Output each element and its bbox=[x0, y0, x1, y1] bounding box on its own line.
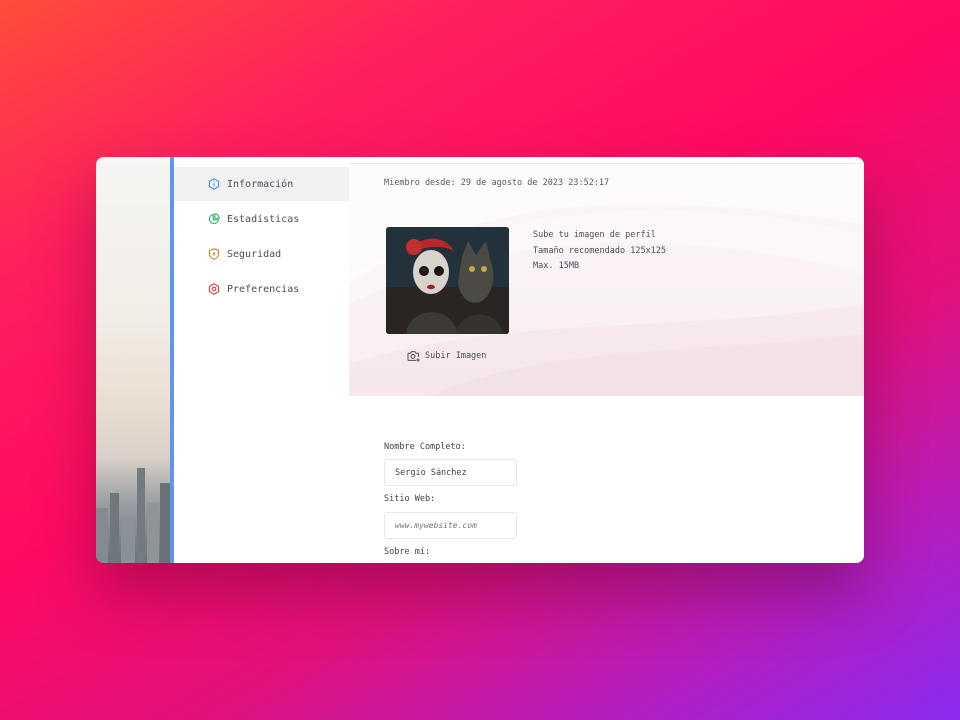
member-since-text: Miembro desde: 29 de agosto de 2023 23:5… bbox=[384, 178, 610, 188]
sidebar-item-estadisticas[interactable]: Estadísticas bbox=[174, 202, 349, 236]
sidebar-item-label: Información bbox=[227, 178, 294, 190]
upload-recommended-size: Tamaño recomendado 125x125 bbox=[533, 246, 667, 256]
sidebar-item-label: Estadísticas bbox=[227, 213, 300, 225]
settings-icon bbox=[208, 283, 220, 295]
pie-chart-icon bbox=[208, 213, 220, 225]
sidebar-item-label: Seguridad bbox=[227, 248, 282, 260]
about-me-label: Sobre mí: bbox=[384, 547, 431, 557]
profile-window: Información Estadísticas Seguridad Prefe… bbox=[96, 157, 864, 563]
full-name-input[interactable] bbox=[384, 459, 517, 486]
upload-instructions: Sube tu imagen de perfil Tamaño recomend… bbox=[533, 227, 666, 273]
sidebar-item-informacion[interactable]: Información bbox=[174, 167, 349, 201]
sidebar-item-preferencias[interactable]: Preferencias bbox=[174, 272, 349, 306]
website-input[interactable] bbox=[384, 512, 517, 539]
shield-icon bbox=[208, 248, 220, 260]
website-label: Sitio Web: bbox=[384, 494, 436, 504]
sidebar-item-seguridad[interactable]: Seguridad bbox=[174, 237, 349, 271]
upload-button-label: Subir Imagen bbox=[425, 351, 487, 361]
camera-plus-icon bbox=[407, 351, 420, 362]
city-background-image bbox=[96, 157, 170, 563]
main-content: Miembro desde: 29 de agosto de 2023 23:5… bbox=[349, 157, 864, 563]
profile-avatar[interactable] bbox=[386, 227, 509, 334]
sidebar: Información Estadísticas Seguridad Prefe… bbox=[174, 157, 349, 563]
divider bbox=[349, 163, 864, 164]
upload-title: Sube tu imagen de perfil bbox=[533, 230, 656, 240]
full-name-label: Nombre Completo: bbox=[384, 442, 466, 452]
info-icon bbox=[208, 178, 220, 190]
sidebar-item-label: Preferencias bbox=[227, 283, 300, 295]
upload-image-button[interactable]: Subir Imagen bbox=[407, 350, 486, 362]
upload-max-size: Max. 15MB bbox=[533, 261, 580, 271]
